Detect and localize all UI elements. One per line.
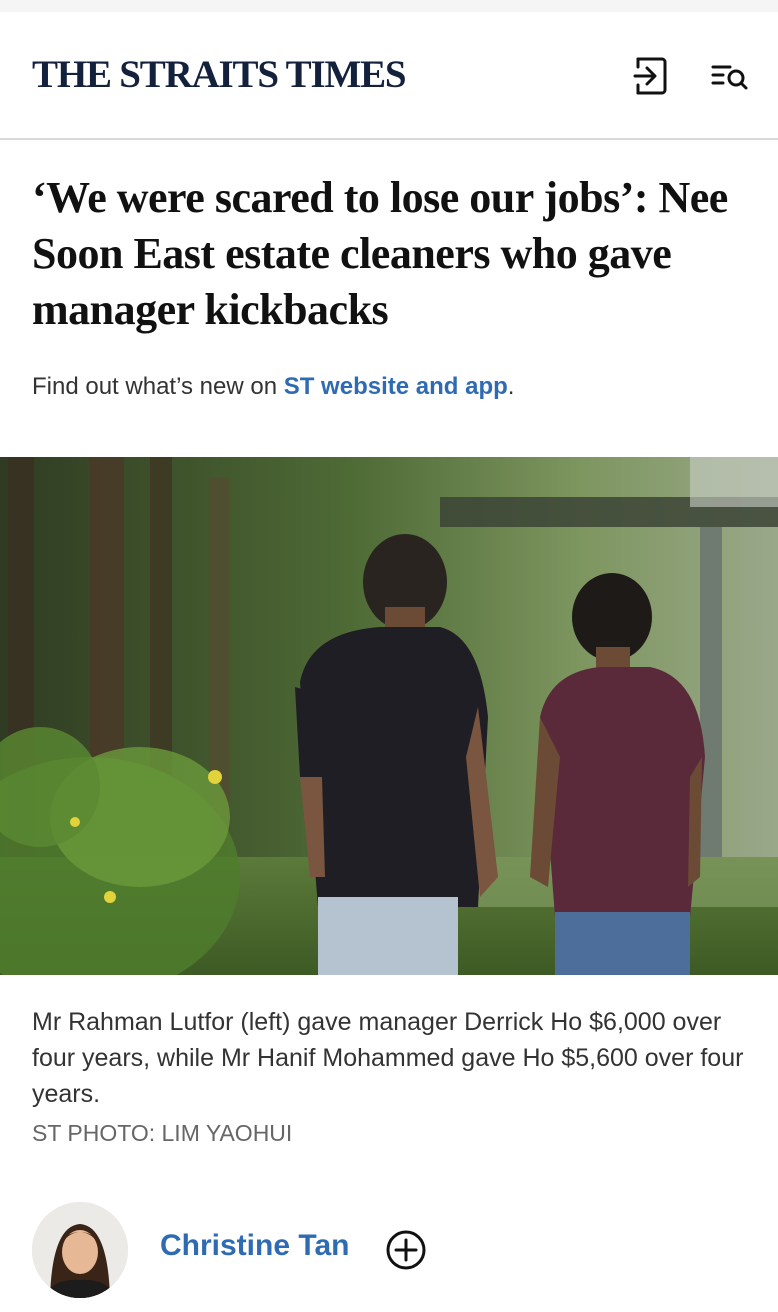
hero-photo — [0, 457, 778, 975]
promo-suffix: . — [507, 373, 515, 400]
login-button[interactable] — [628, 52, 672, 100]
author-name-link[interactable]: Christine Tan — [160, 1226, 349, 1266]
login-icon — [633, 57, 667, 95]
article-headline: ‘We were scared to lose our jobs’: Nee S… — [32, 173, 728, 334]
menu-search-icon — [711, 65, 748, 90]
photo-caption: Mr Rahman Lutfor (left) gave manager Der… — [32, 1008, 744, 1108]
promo-prefix: Find out what’s new on — [32, 373, 284, 400]
site-header: THE STRAITS TIMES — [0, 12, 778, 140]
author-avatar[interactable] — [32, 1202, 128, 1298]
promo-link[interactable]: ST website and app — [284, 373, 508, 400]
follow-author-button[interactable] — [384, 1228, 428, 1272]
menu-search-button[interactable] — [708, 52, 752, 100]
plus-circle-icon — [386, 1230, 426, 1270]
photo-credit: ST PHOTO: LIM YAOHUI — [32, 1120, 293, 1146]
promo-text: Find out what’s new on ST website and ap… — [32, 368, 514, 406]
site-logo[interactable]: THE STRAITS TIMES — [32, 50, 407, 100]
status-strip — [0, 0, 778, 12]
